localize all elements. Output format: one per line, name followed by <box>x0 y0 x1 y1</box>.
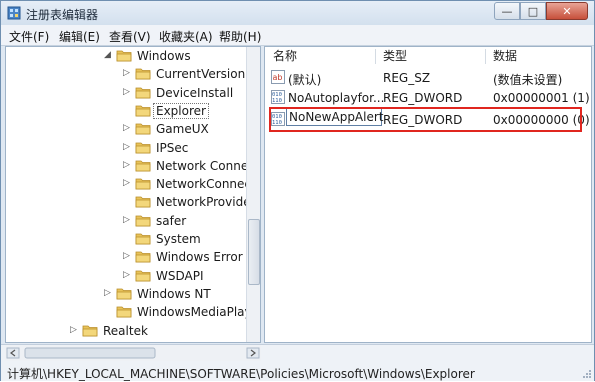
value-data: 0x00000001 (1) <box>493 91 590 105</box>
tree-horizontal-scrollbar[interactable] <box>5 345 261 361</box>
registry-key-tree[interactable]: ◢ Windows ▷ CurrentVersion ▷ DeviceInstall Exp… <box>5 46 261 343</box>
menu-file[interactable]: 文件(F) <box>9 28 49 45</box>
folder-icon <box>135 68 151 80</box>
minimize-button[interactable]: — <box>494 2 520 20</box>
expand-toggle-icon[interactable]: ▷ <box>104 288 111 298</box>
svg-text:110: 110 <box>272 98 282 104</box>
value-type: REG_DWORD <box>383 113 463 127</box>
folder-icon <box>135 270 151 281</box>
title-bar[interactable]: 注册表编辑器 — □ ✕ <box>1 1 594 25</box>
column-header-type[interactable]: 类型 <box>383 47 407 66</box>
expand-toggle-icon[interactable]: ▷ <box>123 123 130 133</box>
tree-node-label: Realtek <box>103 323 148 338</box>
column-header-name[interactable]: 名称 <box>273 47 297 66</box>
menu-favorites[interactable]: 收藏夹(A) <box>159 28 213 45</box>
menu-view[interactable]: 查看(V) <box>109 28 151 45</box>
menu-edit[interactable]: 编辑(E) <box>59 28 100 45</box>
folder-icon <box>135 233 151 245</box>
registry-value-list[interactable]: 名称 类型 数据 ab (默认) REG_SZ (数值未设置) 010 110 … <box>264 46 592 343</box>
tree-scroll-thumb[interactable] <box>248 219 260 285</box>
status-bar: 计算机\HKEY_LOCAL_MACHINE\SOFTWARE\Policies… <box>1 344 594 381</box>
tree-node-label: WSDAPI <box>156 268 204 283</box>
folder-icon <box>135 215 151 227</box>
value-row-selected[interactable]: 010 110 NoNewAppAlert REG_DWORD 0x000000… <box>265 108 591 130</box>
value-row[interactable]: 010 110 NoAutoplayfor... REG_DWORD 0x000… <box>265 88 591 108</box>
menu-help[interactable]: 帮助(H) <box>219 28 261 45</box>
close-button[interactable]: ✕ <box>546 2 588 20</box>
dword-value-icon: 010 110 <box>271 90 285 104</box>
tree-node-label: DeviceInstall <box>156 85 234 100</box>
tree-node-label: System <box>156 232 201 246</box>
close-icon: ✕ <box>562 4 572 18</box>
tree-node-label: WindowsMediaPlaye <box>137 305 260 320</box>
expand-toggle-icon[interactable]: ▷ <box>70 325 77 335</box>
key-path: 计算机\HKEY_LOCAL_MACHINE\SOFTWARE\Policies… <box>7 367 475 381</box>
expand-toggle-icon[interactable]: ▷ <box>123 87 130 97</box>
value-type: REG_SZ <box>383 71 431 85</box>
window-controls: — □ ✕ <box>494 2 588 21</box>
folder-icon <box>116 288 132 300</box>
folder-icon <box>116 306 132 318</box>
value-data: 0x00000000 (0) <box>493 113 590 127</box>
expand-toggle-icon[interactable]: ▷ <box>123 160 130 170</box>
rename-input[interactable]: NoNewAppAlert <box>286 108 384 126</box>
expand-toggle-icon[interactable]: ▷ <box>123 142 130 152</box>
svg-text:ab: ab <box>273 73 283 82</box>
expand-toggle-icon[interactable]: ▷ <box>123 215 130 225</box>
folder-icon <box>116 50 132 62</box>
folder-icon <box>135 123 151 135</box>
value-name: (默认) <box>288 73 322 87</box>
expand-toggle-icon[interactable]: ▷ <box>123 178 130 188</box>
value-row[interactable]: ab (默认) REG_SZ (数值未设置) <box>265 68 591 88</box>
registry-editor-icon <box>7 6 21 20</box>
tree-node-label: safer <box>156 213 187 228</box>
expand-toggle-icon[interactable]: ▷ <box>123 270 130 280</box>
string-value-icon: ab <box>271 70 285 84</box>
tree-node-label: NetworkProvider <box>156 195 256 210</box>
column-header-data[interactable]: 数据 <box>493 47 517 66</box>
tree-node-label: Windows <box>137 49 191 63</box>
registry-editor-window: 注册表编辑器 — □ ✕ 文件(F) 编辑(E) 查看(V) 收藏夹(A) 帮助… <box>0 0 595 381</box>
tree-node-label: CurrentVersion <box>156 67 246 82</box>
tree-vertical-scrollbar[interactable] <box>246 47 260 342</box>
window-title: 注册表编辑器 <box>26 8 99 22</box>
maximize-button[interactable]: □ <box>520 2 546 20</box>
folder-icon <box>135 142 151 153</box>
folder-icon <box>135 178 151 190</box>
folder-icon <box>135 251 151 263</box>
column-divider[interactable] <box>375 49 376 64</box>
value-name: NoAutoplayfor... <box>288 91 385 105</box>
folder-icon <box>135 196 151 208</box>
expand-toggle-icon[interactable]: ▷ <box>123 251 130 261</box>
minimize-icon: — <box>501 4 513 18</box>
svg-text:110: 110 <box>272 120 282 126</box>
expand-toggle-icon[interactable]: ◢ <box>104 50 111 60</box>
dword-value-icon: 010 110 <box>271 112 285 126</box>
folder-icon <box>135 160 151 172</box>
folder-icon <box>82 325 98 336</box>
tree-node-label: Windows NT <box>137 286 211 301</box>
folder-icon <box>135 105 151 117</box>
resize-grip-icon[interactable] <box>582 369 592 379</box>
column-divider[interactable] <box>485 49 486 64</box>
folder-icon <box>135 87 151 98</box>
menu-bar: 文件(F) 编辑(E) 查看(V) 收藏夹(A) 帮助(H) <box>1 25 594 46</box>
value-data: (数值未设置) <box>493 73 563 87</box>
tree-node-label: Network Connect <box>156 158 260 173</box>
tree-node-label: GameUX <box>156 122 209 137</box>
tree-node-label: Explorer <box>153 102 209 119</box>
value-type: REG_DWORD <box>383 91 463 105</box>
expand-toggle-icon[interactable]: ▷ <box>123 68 130 78</box>
maximize-icon: □ <box>527 4 539 18</box>
tree-node-label: IPSec <box>156 140 189 155</box>
